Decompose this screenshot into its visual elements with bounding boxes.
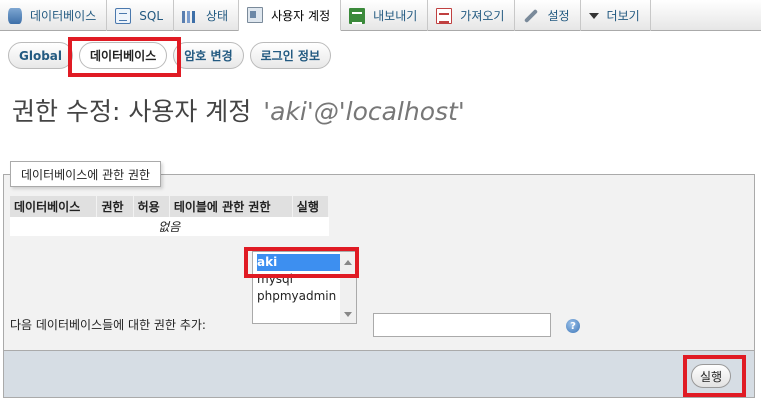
column-header-action: 실행 <box>292 196 330 217</box>
db-privileges-legend: 데이터베이스에 관한 권한 <box>10 161 162 187</box>
settings-icon <box>520 4 543 27</box>
column-header-grant: 허용 <box>133 196 170 217</box>
tab-settings-label: 설정 <box>547 9 570 23</box>
tab-databases-label: 데이터베이스 <box>30 9 97 23</box>
tab-status[interactable]: 상태 <box>174 0 240 31</box>
help-icon[interactable]: ? <box>566 319 580 333</box>
tab-user-accounts[interactable]: 사용자 계정 <box>239 0 342 31</box>
list-scrollbar[interactable] <box>340 252 356 323</box>
subtab-login-info[interactable]: 로그인 정보 <box>249 42 331 69</box>
users-icon <box>247 7 264 23</box>
subtab-database[interactable]: 데이터베이스 <box>79 42 168 69</box>
tab-more-label: 더보기 <box>606 9 640 23</box>
tab-settings[interactable]: 설정 <box>515 0 581 31</box>
caret-down-icon <box>588 12 599 19</box>
subtab-change-password[interactable]: 암호 변경 <box>173 42 244 69</box>
add-privileges-label: 다음 데이터베이스들에 대한 권한 추가: <box>10 318 206 332</box>
page-title: 권한 수정: 사용자 계정 'aki'@'localhost' <box>12 92 465 128</box>
db-option-aki[interactable]: aki <box>257 254 340 271</box>
scroll-up-icon[interactable] <box>344 260 352 265</box>
db-option-phpmyadmin[interactable]: phpmyadmin <box>257 288 338 305</box>
column-header-privileges: 권한 <box>96 196 134 217</box>
tab-sql[interactable]: SQL <box>107 0 174 31</box>
column-header-database: 데이터베이스 <box>10 196 98 217</box>
subtab-global[interactable]: Global <box>8 42 74 69</box>
database-icon <box>8 7 22 24</box>
tab-databases[interactable]: 데이터베이스 <box>0 0 108 31</box>
fieldset-footer <box>4 350 754 397</box>
tab-more[interactable]: 더보기 <box>581 0 651 31</box>
scroll-down-icon[interactable] <box>344 312 352 317</box>
db-option-mysql[interactable]: mysql <box>257 271 338 288</box>
import-icon <box>436 7 453 24</box>
add-database-input[interactable] <box>373 313 551 337</box>
tab-export[interactable]: 내보내기 <box>341 0 429 31</box>
tab-import[interactable]: 가져오기 <box>428 0 516 31</box>
go-button[interactable]: 실행 <box>691 364 732 388</box>
database-select-list[interactable]: aki mysql phpmyadmin <box>252 251 357 324</box>
tab-export-label: 내보내기 <box>373 9 418 23</box>
tab-user-accounts-label: 사용자 계정 <box>271 8 331 23</box>
subtabs: Global 데이터베이스 암호 변경 로그인 정보 <box>8 42 331 69</box>
export-icon <box>349 7 366 24</box>
tab-status-label: 상태 <box>206 9 229 23</box>
db-privileges-table: 데이터베이스 권한 허용 테이블에 관한 권한 실행 없음 <box>10 196 330 236</box>
top-navigation: 데이터베이스 SQL 상태 사용자 계정 내보내기 가져오기 설정 더보기 <box>0 0 761 31</box>
page-title-text: 권한 수정: 사용자 계정 <box>12 97 252 126</box>
table-header-row: 데이터베이스 권한 허용 테이블에 관한 권한 실행 <box>10 196 330 217</box>
column-header-table-privileges: 테이블에 관한 권한 <box>169 196 293 217</box>
sql-icon <box>115 7 132 24</box>
tab-sql-label: SQL <box>139 8 163 23</box>
table-row: 없음 <box>10 217 329 236</box>
page-title-user: 'aki'@'localhost' <box>263 97 465 126</box>
status-icon <box>182 10 198 23</box>
empty-row-text: 없음 <box>10 217 329 236</box>
tab-import-label: 가져오기 <box>460 9 505 23</box>
